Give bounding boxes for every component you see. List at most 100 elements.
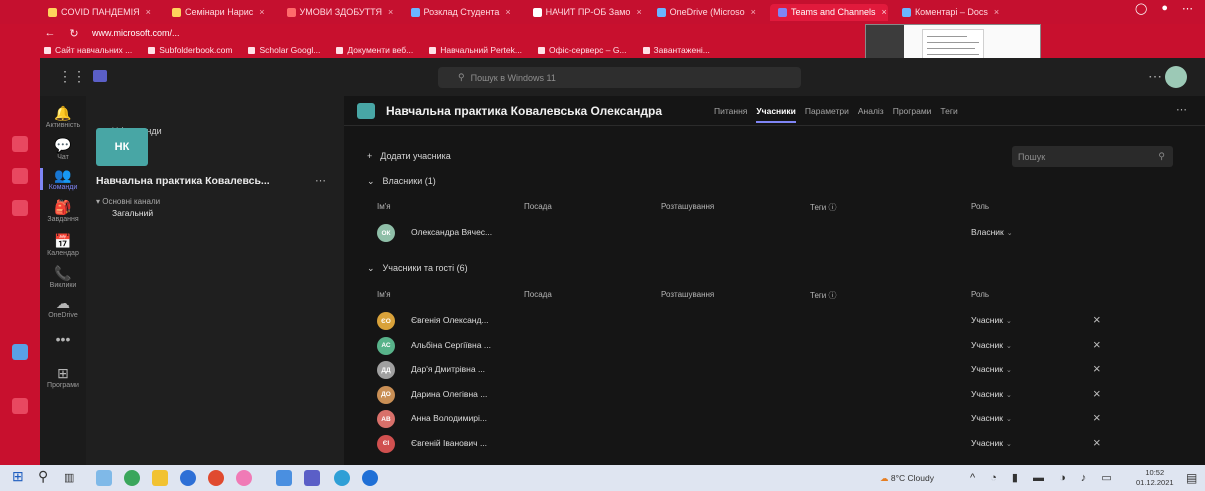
member-row[interactable]: ОК Олександра Вячес... Власник ⌄ <box>367 222 1177 244</box>
channel-tab[interactable]: Програми <box>893 106 932 123</box>
member-name[interactable]: Євгеній Іванович ... <box>411 438 487 448</box>
browser-tab[interactable]: Семінари Нарис × <box>164 4 273 21</box>
member-name[interactable]: Альбіна Сергіївна ... <box>411 340 491 350</box>
chrome-icon[interactable] <box>124 470 140 486</box>
close-icon[interactable]: × <box>751 7 756 17</box>
rail-item[interactable]: 💬 Чат <box>40 138 86 161</box>
role-dropdown[interactable]: Учасник ⌄ <box>971 413 1012 423</box>
remove-member-icon[interactable]: × <box>1093 337 1101 352</box>
role-dropdown[interactable]: Учасник ⌄ <box>971 438 1012 448</box>
browser-tab[interactable]: Teams and Channels × <box>769 3 888 21</box>
app-icon[interactable] <box>12 344 28 360</box>
extension-icon[interactable]: ◯ <box>1135 2 1147 15</box>
member-name[interactable]: Дарина Олегівна ... <box>411 389 487 399</box>
folder-icon[interactable] <box>152 470 168 486</box>
bookmark-item[interactable]: Офіс-серверс – G... <box>537 45 627 55</box>
app-launcher-icon[interactable]: ⋮⋮ <box>58 68 86 85</box>
address-field[interactable]: www.microsoft.com/... <box>92 28 452 38</box>
role-dropdown[interactable]: Учасник ⌄ <box>971 315 1012 325</box>
rail-item[interactable]: ⊞ Програми <box>40 366 86 389</box>
close-icon[interactable]: × <box>636 7 641 17</box>
browser-tab[interactable]: УМОВИ ЗДОБУТТЯ × <box>279 4 397 21</box>
member-row[interactable]: АС Альбіна Сергіївна ... Учасник ⌄ × <box>367 335 1177 357</box>
remove-member-icon[interactable]: × <box>1093 435 1101 450</box>
channel-group-toggle[interactable]: ▾ Основні канали <box>96 197 160 206</box>
browser-tab[interactable]: OneDrive (Microso × <box>649 4 764 21</box>
browser-icon[interactable] <box>236 470 252 486</box>
member-name[interactable]: Олександра Вячес... <box>411 227 492 237</box>
close-icon[interactable]: × <box>505 7 510 17</box>
close-icon[interactable]: × <box>388 7 393 17</box>
global-search-input[interactable]: ⚲ Пошук в Windows 11 <box>438 67 801 88</box>
remove-member-icon[interactable]: × <box>1093 410 1101 425</box>
member-search-input[interactable]: Пошук ⚲ <box>1012 146 1173 167</box>
team-name[interactable]: Навчальна практика Ковалевсь... <box>96 175 306 187</box>
more-options-icon[interactable]: ⋯ <box>1148 68 1162 85</box>
clock[interactable]: 10:52 01.12.2021 <box>1136 468 1174 488</box>
teams-taskbar-icon[interactable] <box>304 470 320 486</box>
close-icon[interactable]: × <box>146 7 151 17</box>
app-icon[interactable] <box>12 136 28 152</box>
remove-member-icon[interactable]: × <box>1093 386 1101 401</box>
member-row[interactable]: ДД Дар'я Дмитрівна ... Учасник ⌄ × <box>367 359 1177 381</box>
bookmark-item[interactable]: Завантажені... <box>642 45 710 55</box>
remove-member-icon[interactable]: × <box>1093 361 1101 376</box>
weather-widget[interactable]: ☁ 8°C Cloudy <box>880 473 934 484</box>
member-name[interactable]: Дар'я Дмитрівна ... <box>411 364 485 374</box>
role-dropdown[interactable]: Учасник ⌄ <box>971 389 1012 399</box>
rail-item[interactable]: ☁ OneDrive <box>40 296 86 319</box>
guests-section-toggle[interactable]: ⌄ Учасники та гості (6) <box>367 263 468 274</box>
team-more-icon[interactable]: ⋯ <box>315 174 326 187</box>
app-icon[interactable] <box>12 168 28 184</box>
edge-icon[interactable] <box>180 470 196 486</box>
role-dropdown[interactable]: Власник ⌄ <box>971 227 1013 237</box>
role-dropdown[interactable]: Учасник ⌄ <box>971 340 1012 350</box>
channel-tab[interactable]: Питання <box>714 106 747 123</box>
more-menu-icon[interactable]: ⋯ <box>1182 2 1193 15</box>
rail-item[interactable]: 📞 Виклики <box>40 266 86 289</box>
close-icon[interactable]: × <box>994 7 999 17</box>
member-row[interactable]: ДО Дарина Олегівна ... Учасник ⌄ × <box>367 384 1177 406</box>
browser-tab[interactable]: Коментарі – Docs × <box>894 4 1007 21</box>
opera-icon[interactable] <box>208 470 224 486</box>
member-row[interactable]: ЄО Євгенія Олександ... Учасник ⌄ × <box>367 310 1177 332</box>
app-icon[interactable] <box>276 470 292 486</box>
user-avatar[interactable] <box>1165 66 1187 88</box>
app-icon[interactable] <box>12 398 28 414</box>
channel-tab[interactable]: Теги <box>940 106 957 123</box>
notification-icon[interactable]: ▤ <box>1186 471 1197 485</box>
bookmark-item[interactable]: Навчальний Pertek... <box>429 45 522 55</box>
member-row[interactable]: ЄІ Євгеній Іванович ... Учасник ⌄ × <box>367 433 1177 455</box>
owners-section-toggle[interactable]: ⌄ Власники (1) <box>367 176 436 187</box>
app-icon[interactable] <box>96 470 112 486</box>
bookmark-item[interactable]: Сайт навчальних ... <box>44 45 132 55</box>
system-tray-icons[interactable]: ^ ◔ ▮ ▬ ◑ ♪ ▭ <box>970 471 1118 484</box>
browser-tab[interactable]: НАЧИТ ПР-ОБ Замо × <box>525 4 643 21</box>
rail-item[interactable]: 👥 Команди <box>40 168 86 191</box>
member-name[interactable]: Анна Володимирі... <box>411 413 487 423</box>
reload-icon[interactable]: ↻ <box>68 27 80 40</box>
rail-item[interactable]: 📅 Календар <box>40 234 86 257</box>
task-view-icon[interactable]: ▥ <box>64 471 74 484</box>
browser-tab[interactable]: Розклад Студента × <box>403 4 519 21</box>
back-arrow-icon[interactable]: ← <box>44 27 56 39</box>
profile-icon[interactable]: ● <box>1161 2 1168 15</box>
channel-tab[interactable]: Аналіз <box>858 106 884 123</box>
app-icon[interactable] <box>334 470 350 486</box>
channel-tab[interactable]: Параметри <box>805 106 849 123</box>
browser-tab[interactable]: COVID ПАНДЕМІЯ × <box>40 4 158 21</box>
start-icon[interactable]: ⊞ <box>12 468 24 485</box>
member-row[interactable]: АВ Анна Володимирі... Учасник ⌄ × <box>367 408 1177 430</box>
remove-member-icon[interactable]: × <box>1093 312 1101 327</box>
close-icon[interactable]: × <box>259 7 264 17</box>
bookmark-item[interactable]: Документи веб... <box>336 45 413 55</box>
bookmark-item[interactable]: Subfolderbook.com <box>148 45 232 55</box>
app-icon[interactable] <box>362 470 378 486</box>
search-icon[interactable]: ⚲ <box>38 468 48 485</box>
header-more-icon[interactable]: ⋯ <box>1176 103 1187 116</box>
rail-item[interactable]: 🔔 Активність <box>40 106 86 129</box>
rail-item[interactable]: ••• <box>40 332 86 348</box>
channel-tab[interactable]: Учасники <box>756 106 796 123</box>
channel-item-general[interactable]: Загальний <box>112 208 153 218</box>
role-dropdown[interactable]: Учасник ⌄ <box>971 364 1012 374</box>
